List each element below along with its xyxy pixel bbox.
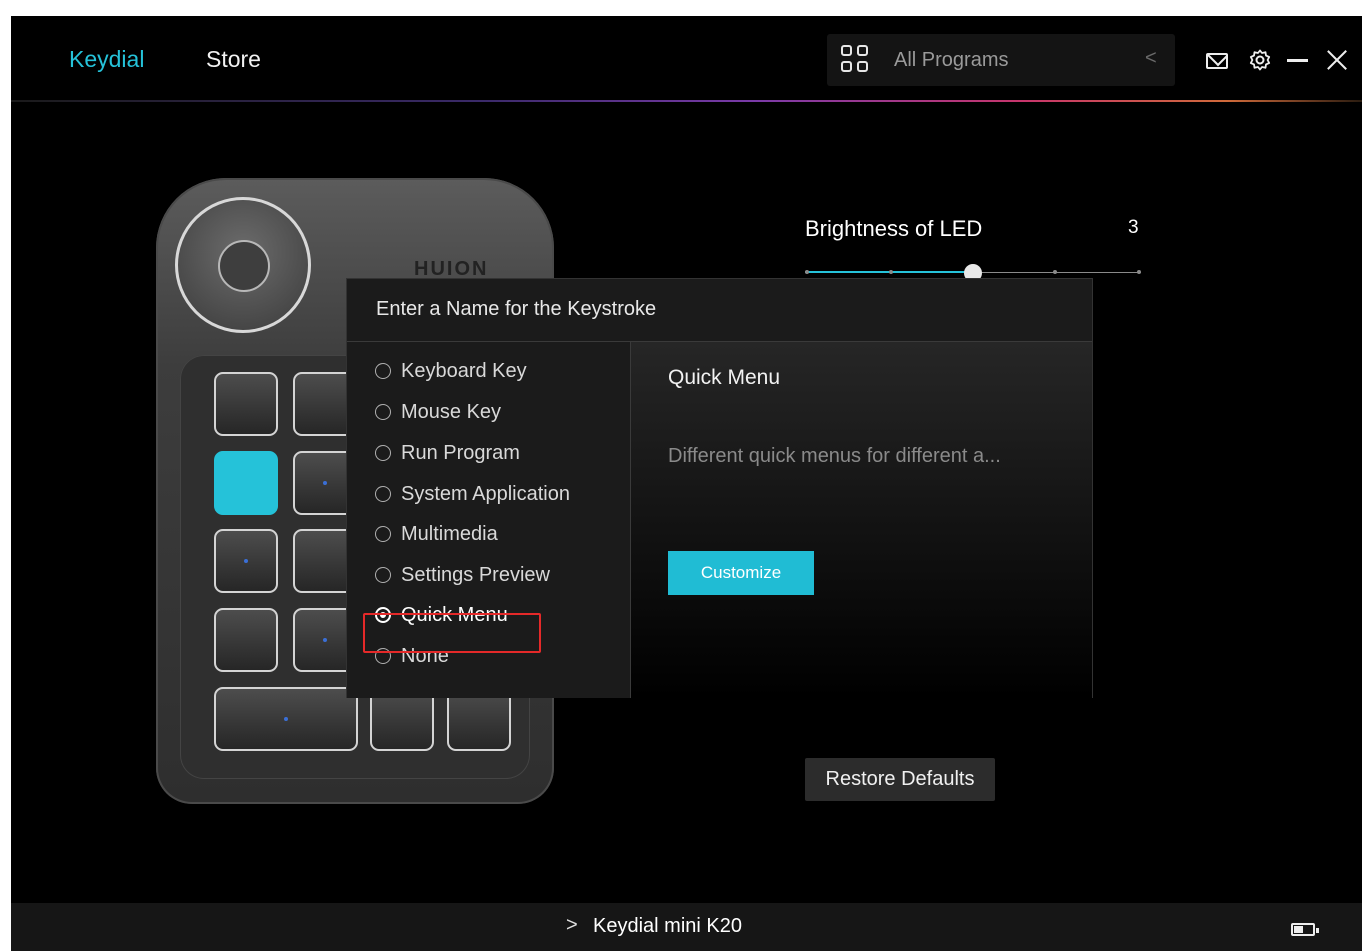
device-name[interactable]: Keydial mini K20: [593, 915, 742, 938]
device-key[interactable]: [214, 529, 278, 593]
brightness-value: 3: [1128, 217, 1139, 238]
option-label: Multimedia: [401, 522, 498, 545]
radio-icon: [375, 526, 391, 542]
option-label: Mouse Key: [401, 400, 502, 423]
radio-icon: [375, 486, 391, 502]
device-key[interactable]: [214, 608, 278, 672]
minimize-icon[interactable]: [1287, 59, 1308, 62]
tab-store[interactable]: Store: [206, 46, 261, 73]
detail-description: Different quick menus for different a...: [668, 445, 1001, 467]
radio-icon: [375, 363, 391, 379]
option-multimedia[interactable]: Multimedia: [375, 519, 498, 549]
option-keyboard-key[interactable]: Keyboard Key: [375, 356, 527, 386]
app-window: Keydial Store All Programs < HUION Brigh…: [11, 16, 1362, 951]
selection-highlight-box: [363, 613, 541, 653]
radio-icon: [375, 567, 391, 583]
footer: > Keydial mini K20: [11, 903, 1362, 951]
option-label: Settings Preview: [401, 563, 550, 586]
radio-icon: [375, 404, 391, 420]
option-detail-panel: Quick Menu Different quick menus for dif…: [631, 342, 1092, 698]
radio-icon: [375, 445, 391, 461]
dial-center: [218, 240, 270, 292]
header: Keydial Store All Programs <: [11, 16, 1362, 102]
device-key-wide[interactable]: [214, 687, 358, 751]
program-selector[interactable]: All Programs <: [827, 34, 1175, 86]
brightness-label: Brightness of LED: [805, 216, 983, 241]
header-divider: [11, 100, 1362, 102]
chevron-left-icon[interactable]: <: [1145, 47, 1157, 70]
dialog-title: Enter a Name for the Keystroke: [376, 298, 657, 320]
dial[interactable]: [175, 197, 311, 333]
option-run-program[interactable]: Run Program: [375, 438, 520, 468]
option-settings-preview[interactable]: Settings Preview: [375, 560, 550, 590]
option-label: System Application: [401, 482, 570, 505]
gear-icon[interactable]: [1248, 48, 1272, 72]
detail-title: Quick Menu: [668, 366, 781, 389]
battery-icon: [1291, 923, 1319, 936]
device-key-selected[interactable]: [214, 451, 278, 515]
keystroke-dialog: Enter a Name for the Keystroke Keyboard …: [346, 278, 1093, 698]
option-label: Run Program: [401, 441, 520, 464]
customize-button[interactable]: Customize: [668, 551, 814, 595]
mail-icon[interactable]: [1206, 53, 1228, 69]
tab-keydial[interactable]: Keydial: [69, 46, 144, 73]
option-mouse-key[interactable]: Mouse Key: [375, 397, 501, 427]
chevron-right-icon[interactable]: >: [566, 914, 578, 937]
option-label: Keyboard Key: [401, 359, 527, 382]
grid-icon: [841, 45, 871, 75]
program-selector-label: All Programs: [894, 49, 1009, 71]
close-icon[interactable]: [1326, 49, 1348, 71]
option-system-application[interactable]: System Application: [375, 479, 570, 509]
device-key[interactable]: [214, 372, 278, 436]
restore-defaults-button[interactable]: Restore Defaults: [805, 758, 995, 801]
